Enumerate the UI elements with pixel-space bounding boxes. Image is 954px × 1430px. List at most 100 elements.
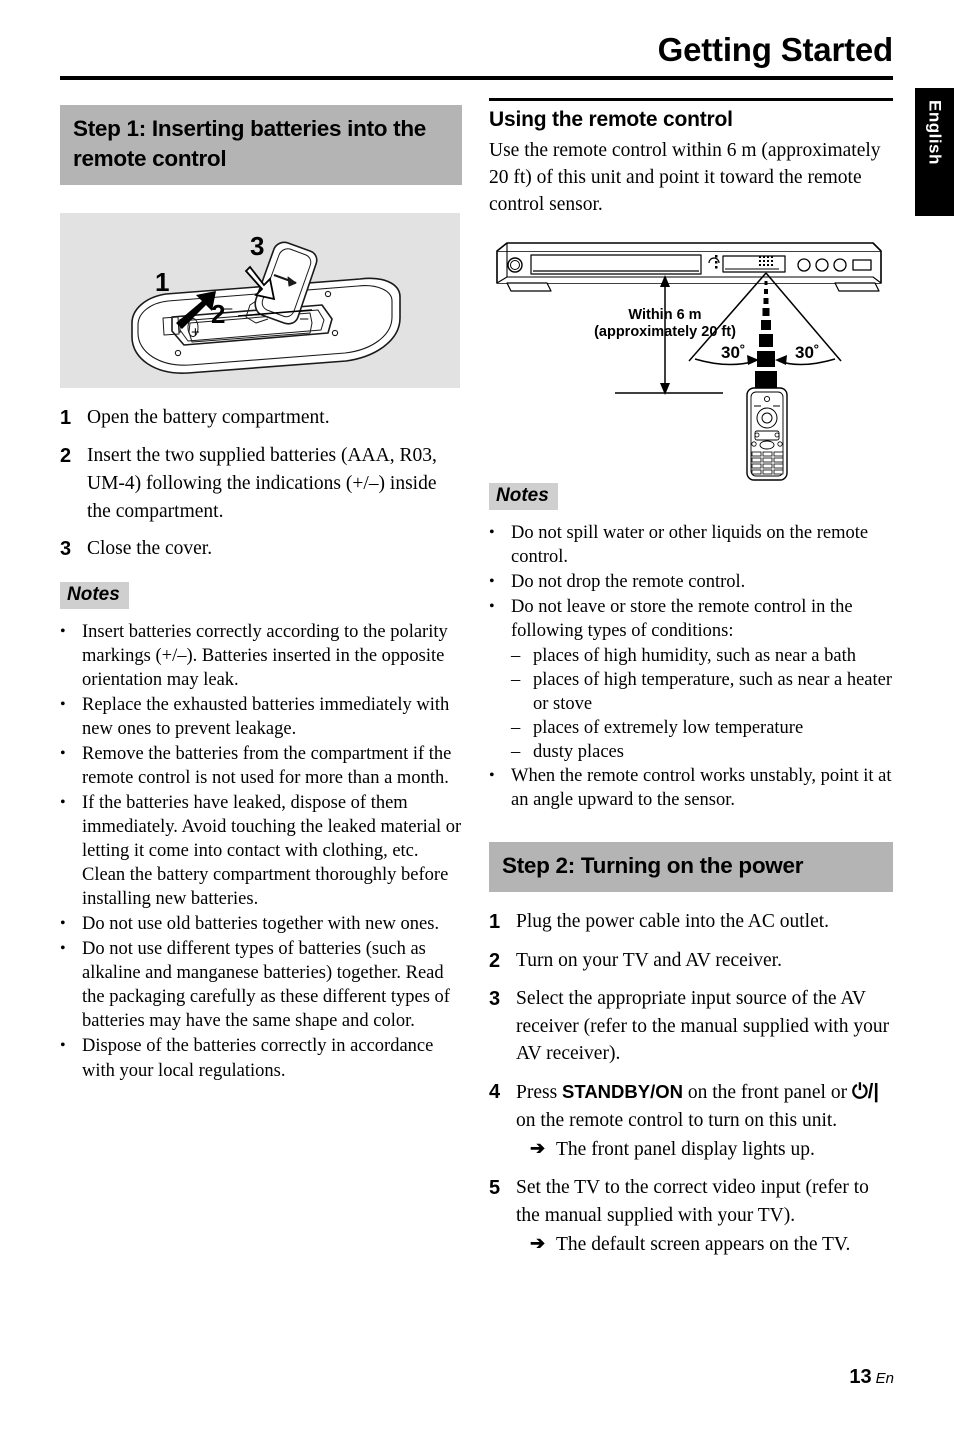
list-item: • Dispose of the batteries correctly in … [60,1034,462,1082]
step-text: Set the TV to the correct video input (r… [516,1177,869,1226]
step-number: 5 [489,1177,501,1200]
step-number: 2 [489,949,501,972]
list-item: • Do not use different types of batterie… [60,937,462,1033]
list-item: 2 Insert the two supplied batteries (AAA… [60,442,462,525]
list-item: • If the batteries have leaked, dispose … [60,791,462,911]
page-language-code: En [875,1370,894,1387]
note-text: Do not leave or store the remote control… [511,596,853,641]
list-item: 3 Close the cover. [60,535,462,563]
note-text: If the batteries have leaked, dispose of… [82,793,462,910]
note-text: Remove the batteries from the compartmen… [82,743,452,788]
list-item: • Remove the batteries from the compartm… [60,742,462,790]
section-divider [489,98,893,101]
dash-icon: – [511,742,521,763]
list-item: • Do not spill water or other liquids on… [489,521,893,569]
result-line: ➔ The front panel display lights up. [516,1136,893,1164]
language-tab-label: English [925,100,945,165]
step-number: 3 [489,987,501,1010]
section-heading: Using the remote control [489,108,733,131]
right-column: Using the remote control Use the remote … [489,98,893,1269]
sub-list-item: – places of extremely low temperature [489,716,893,740]
list-item: 5 Set the TV to the correct video input … [489,1174,893,1259]
notes-label: Notes [489,482,558,510]
bullet-icon: • [60,915,66,933]
step-text: Plug the power cable into the AC outlet. [516,911,830,933]
header-divider [60,76,893,81]
bullet-icon: • [60,1037,66,1055]
ir-beam [755,280,777,389]
note-text: Insert batteries correctly according to … [82,621,448,690]
dash-icon: – [511,670,521,690]
step-1-banner: Step 1: Inserting batteries into the rem… [60,105,462,185]
notes-label: Notes [60,581,129,609]
step-text: Insert the two supplied batteries (AAA, … [87,445,437,522]
page-footer: 13 En [0,1366,894,1389]
step-text-pre: Press [516,1082,563,1104]
bullet-icon: • [60,695,66,713]
step-text-post: on the remote control to turn on this un… [516,1109,838,1131]
note-text: Do not spill water or other liquids on t… [511,522,869,567]
list-item: 1 Open the battery compartment. [60,404,462,432]
step-2-banner: Step 2: Turning on the power [489,842,893,893]
note-text: Do not use old batteries together with n… [82,914,440,935]
bullet-icon: • [60,744,66,762]
note-text: Do not drop the remote control. [511,571,746,592]
step-number: 2 [60,445,72,468]
list-item: • Do not drop the remote control. [489,570,893,594]
remote-range-diagram: Within 6 m (approximately 20 ft) 30˚ 30˚ [489,233,893,483]
sub-note-text: places of extremely low temperature [533,718,804,739]
remote-range-svg: Within 6 m (approximately 20 ft) 30˚ 30˚ [496,241,882,481]
polarity-minus-2: – [300,310,309,327]
list-item: • Replace the exhausted batteries immedi… [60,693,462,741]
battery-compartment-diagram: 1 2 3 + – – [60,212,460,388]
step-text: Select the appropriate input source of t… [516,987,890,1065]
step-1-instructions: 1 Open the battery compartment. 2 Insert… [60,404,462,564]
note-text: When the remote control works unstably, … [511,766,892,811]
arrow-right-icon: ➔ [530,1233,546,1254]
standby-on-keyword: STANDBY/ON [562,1081,683,1103]
step-text-mid: on the front panel or [682,1082,852,1104]
page-number: 13 [849,1366,872,1388]
notes-list: • Insert batteries correctly according t… [60,620,462,1083]
left-notes-block: Notes • Insert batteries correctly accor… [60,581,462,1083]
sub-note-text: dusty places [533,742,624,763]
sub-note-text: places of high humidity, such as near a … [533,645,856,666]
power-symbol-icon: ⏻/| [851,1081,879,1104]
sub-list-item: – places of high humidity, such as near … [489,644,893,668]
notes-list: • Do not spill water or other liquids on… [489,521,893,813]
sub-list-item: – dusty places [489,740,893,764]
polarity-plus: + [191,324,200,341]
step-number: 4 [489,1081,501,1104]
bullet-icon: • [489,767,495,785]
step-text: Open the battery compartment. [87,406,330,428]
arrow-right-icon: ➔ [530,1138,546,1159]
note-text: Do not use different types of batteries … [82,939,450,1032]
language-tab: English [915,88,954,216]
note-text: Dispose of the batteries correctly in ac… [82,1036,434,1081]
page-header: Getting Started [60,31,894,81]
step-text: Turn on your TV and AV receiver. [516,949,782,971]
bullet-icon: • [489,523,495,541]
bullet-icon: • [489,597,495,615]
step-number: 1 [489,911,501,934]
callout-label-1: 1 [155,267,169,297]
bullet-icon: • [60,622,66,640]
step-2-instructions: 1 Plug the power cable into the AC outle… [489,908,893,1259]
section-intro-text: Use the remote control within 6 m (appro… [489,140,881,215]
result-text: The front panel display lights up. [556,1139,815,1161]
page-title: Getting Started [657,31,894,68]
list-item: 1 Plug the power cable into the AC outle… [489,908,893,936]
angle-label-left: 30˚ [721,343,746,362]
bullet-icon: • [60,940,66,958]
document-page: Getting Started English Step 1: Insertin… [0,0,954,1430]
step-text: Press STANDBY/ON on the front panel or ⏻… [516,1078,893,1134]
list-item: • Insert batteries correctly according t… [60,620,462,692]
battery-diagram-svg: 1 2 3 + – – [131,231,401,374]
callout-label-3: 3 [250,231,264,261]
list-item: 3 Select the appropriate input source of… [489,985,893,1068]
list-item: • Do not leave or store the remote contr… [489,595,893,643]
polarity-minus: – [224,300,233,317]
result-text: The default screen appears on the TV. [556,1234,851,1256]
list-item: 2 Turn on your TV and AV receiver. [489,947,893,975]
step-text: Close the cover. [87,538,213,560]
